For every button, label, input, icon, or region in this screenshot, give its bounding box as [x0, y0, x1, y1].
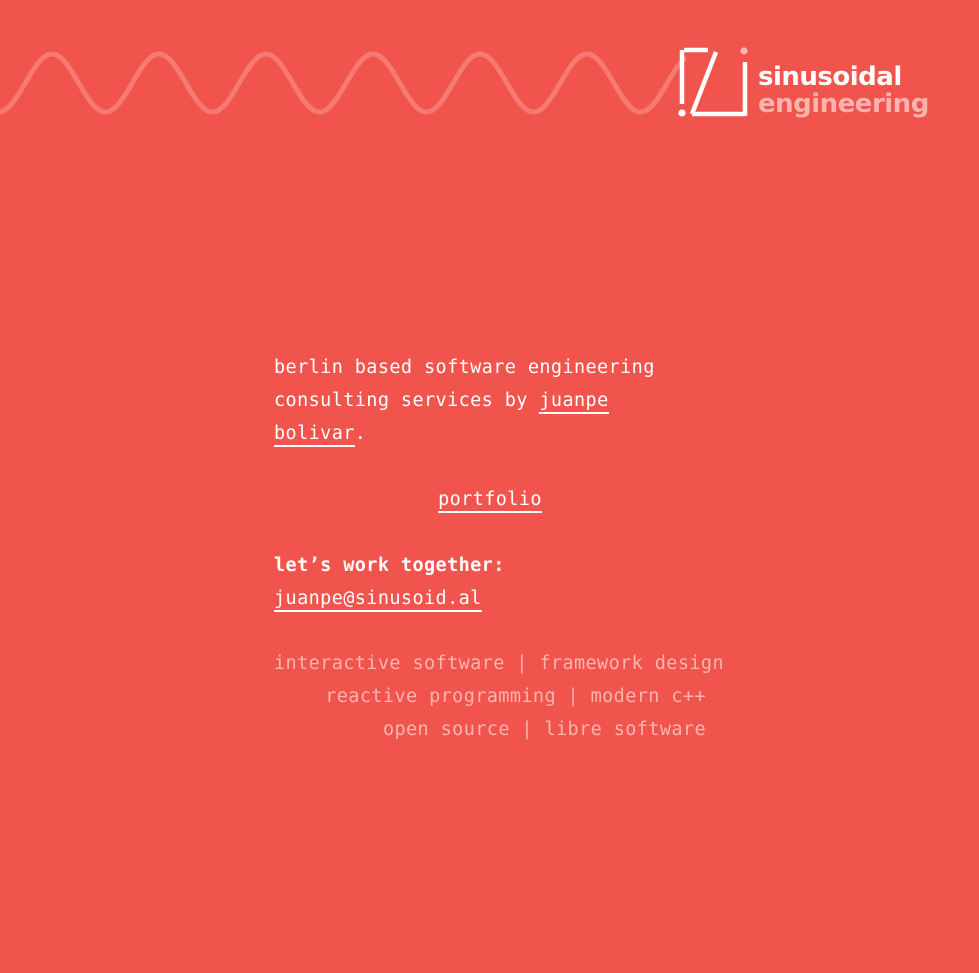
contact-row: let’s work together: juanpe@sinusoid.al: [274, 549, 706, 615]
logo-subtitle: engineering: [758, 89, 929, 119]
intro-line-2-suffix: .: [354, 423, 367, 444]
contact-label: let’s work together:: [274, 555, 505, 576]
tag-line-1: interactive software | framework design: [274, 653, 724, 674]
services-tags: interactive software | framework design …: [274, 647, 724, 746]
logo-wordmark: sinusoidal engineering: [758, 64, 929, 118]
tag-line-3: open source | libre software: [382, 719, 706, 740]
intro-line-2-prefix: consulting services by: [274, 390, 540, 411]
main-content: berlin based software engineering consul…: [274, 351, 724, 746]
portfolio-row: portfolio: [274, 483, 706, 516]
intro-line-1: berlin based software engineering: [274, 357, 655, 378]
page: sinusoidal engineering berlin based soft…: [0, 0, 979, 973]
portfolio-link[interactable]: portfolio: [438, 489, 542, 513]
email-link[interactable]: juanpe@sinusoid.al: [274, 588, 482, 612]
intro-text: berlin based software engineering consul…: [274, 351, 706, 450]
logo-title: sinusoidal: [758, 62, 902, 92]
sinusoid-logo-icon: [678, 47, 748, 117]
logo[interactable]: sinusoidal engineering: [678, 46, 929, 120]
sine-wave-decoration: [0, 51, 687, 115]
tag-line-2: reactive programming | modern c++: [325, 686, 706, 707]
